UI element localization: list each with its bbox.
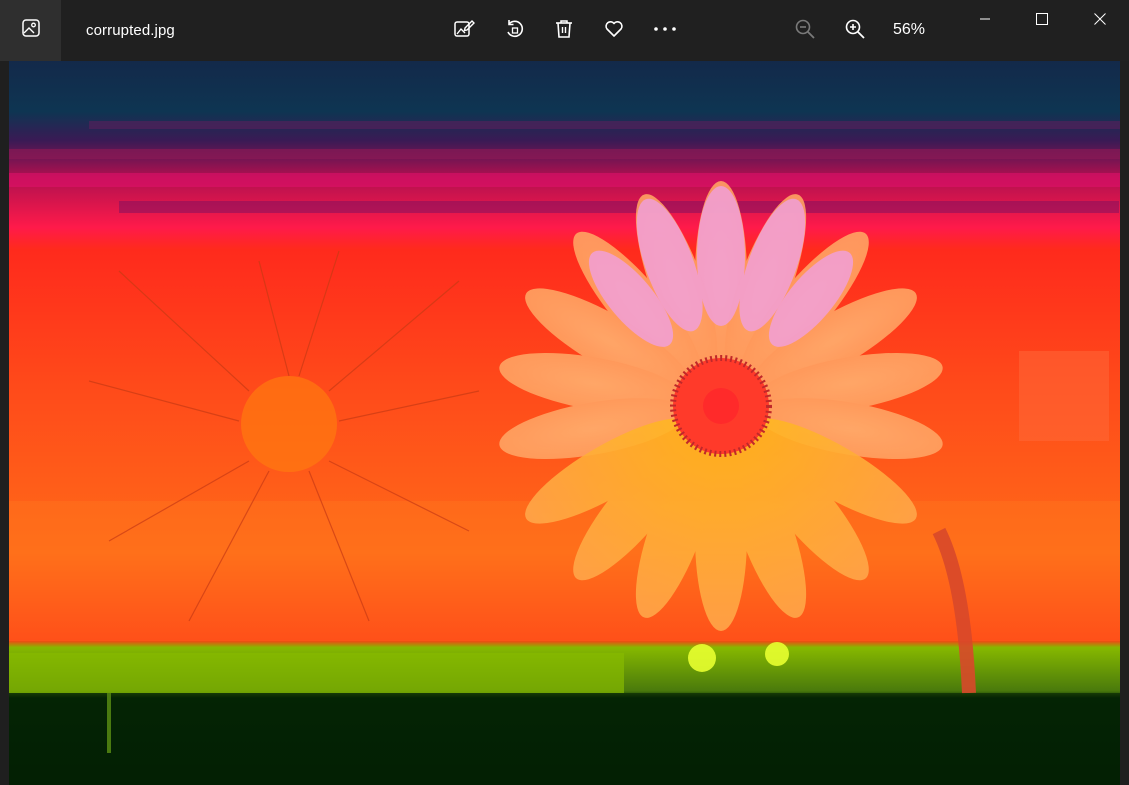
more-options-icon xyxy=(652,18,678,45)
zoom-in-button[interactable] xyxy=(839,15,871,47)
daisy-photo xyxy=(9,61,1120,785)
minimize-icon xyxy=(979,12,991,30)
close-icon xyxy=(1094,12,1106,30)
maximize-icon xyxy=(1036,12,1048,30)
zoom-level-label[interactable]: 56% xyxy=(893,21,925,39)
edit-image-button[interactable] xyxy=(448,15,480,47)
favorite-heart-icon xyxy=(603,18,625,45)
rotate-button[interactable] xyxy=(498,15,530,47)
favorite-button[interactable] xyxy=(598,15,630,47)
rotate-icon xyxy=(503,18,525,45)
zoom-in-icon xyxy=(844,18,866,45)
zoom-out-icon xyxy=(794,18,816,45)
delete-icon xyxy=(553,18,575,45)
zoom-out-button[interactable] xyxy=(789,15,821,47)
delete-button[interactable] xyxy=(548,15,580,47)
app-icon-button[interactable] xyxy=(0,0,61,61)
close-button[interactable] xyxy=(1071,0,1129,42)
more-options-button[interactable] xyxy=(649,15,681,47)
file-name-label: corrupted.jpg xyxy=(86,22,175,39)
title-bar: corrupted.jpg 56% xyxy=(0,0,1129,61)
maximize-button[interactable] xyxy=(1013,0,1071,42)
minimize-button[interactable] xyxy=(956,0,1014,42)
photo-app-icon xyxy=(21,18,41,43)
edit-image-icon xyxy=(453,18,475,45)
